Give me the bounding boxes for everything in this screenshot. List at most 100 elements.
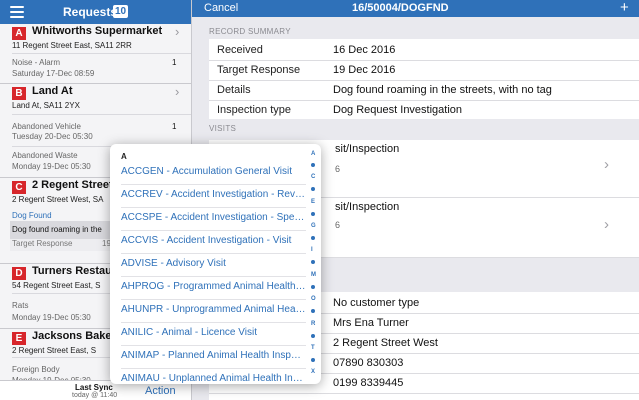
index-dot[interactable] [311,285,315,289]
picker-option[interactable]: ADVISE - Advisory Visit [121,254,306,277]
picker-option[interactable]: ACCVIS - Accident Investigation - Visit [121,231,306,254]
summary-value: Dog found roaming in the streets, with n… [333,84,552,96]
requests-header: Requests 10 [0,0,191,24]
visit-type-picker: A ACCGEN - Accumulation General Visit AC… [110,144,321,384]
request-item-a[interactable]: A Whitworths Supermarket › 11 Regent Str… [0,24,191,84]
picker-option-label: AHUNPR - Unprogrammed Animal Health Visi… [121,304,306,315]
picker-option[interactable]: ACCGEN - Accumulation General Visit [121,162,306,185]
request-type: Abandoned Vehicle [12,122,81,131]
request-name: 2 Regent Street [32,179,113,191]
visits-heading: VISITS [209,124,237,133]
customer-value: 0199 8339445 [333,377,404,389]
request-name: Land At [32,85,73,97]
visit-title: sit/Inspection [335,143,400,155]
picker-option-label: AHPROG - Programmed Animal Health Visit [121,281,306,292]
add-button[interactable]: + [620,0,629,16]
request-type: Rats [12,301,29,310]
index-letter[interactable]: T [311,345,315,351]
request-type: Dog Found [12,211,52,220]
index-letter[interactable]: E [311,199,315,205]
picker-option-label: ACCSPE - Accident Investigation - Specia… [121,212,306,223]
summary-row: Inspection type Dog Request Investigatio… [209,99,639,121]
cancel-button[interactable]: Cancel [204,2,238,14]
request-letter-badge: E [12,332,26,345]
index-dot[interactable] [311,236,315,240]
request-address: 2 Regent Street East, S [12,346,97,355]
index-letter[interactable]: M [311,272,316,278]
index-letter[interactable]: X [311,369,315,375]
index-dot[interactable] [311,358,315,362]
request-name: Jacksons Bakery [32,330,122,342]
index-letter[interactable]: O [311,296,316,302]
index-dot[interactable] [311,334,315,338]
request-count: 1 [172,122,177,131]
visit-subtitle: 6 [335,164,341,174]
picker-option[interactable]: ANIMAP - Planned Animal Health Inspectio… [121,346,306,369]
index-dot[interactable] [311,212,315,216]
request-address: 11 Regent Street East, SA11 2RR [12,41,132,50]
chevron-right-icon: › [175,24,180,39]
request-date: Monday 19-Dec 05:30 [12,162,91,171]
summary-value: 19 Dec 2016 [333,64,396,76]
customer-value: No customer type [333,297,420,309]
request-address: 54 Regent Street East, S [12,281,101,290]
target-label: Target Response [12,239,73,248]
index-letter[interactable]: A [311,151,315,157]
record-summary-heading: RECORD SUMMARY [209,27,291,36]
picker-option[interactable]: AHPROG - Programmed Animal Health Visit [121,277,306,300]
picker-option-label: ADVISE - Advisory Visit [121,258,226,269]
request-date: Monday 19-Dec 05:30 [12,313,91,322]
request-count: 1 [172,58,177,67]
index-letter[interactable]: I [311,247,313,253]
visit-subtitle: 6 [335,220,341,230]
request-date: Saturday 17-Dec 08:59 [12,69,95,78]
picker-option-label: ACCGEN - Accumulation General Visit [121,166,292,177]
request-name: Whitworths Supermarket [32,25,163,37]
summary-row: Details Dog found roaming in the streets… [209,79,639,101]
chevron-right-icon: › [175,84,180,99]
action-button[interactable]: Action [145,385,176,397]
requests-count-badge: 10 [113,5,129,18]
summary-label: Inspection type [217,104,291,116]
summary-label: Received [217,44,263,56]
request-address: 2 Regent Street West, SA [12,195,104,204]
customer-value: 07890 830303 [333,357,404,369]
index-letter[interactable]: G [311,223,316,229]
index-dot[interactable] [311,187,315,191]
picker-option[interactable]: ANIMAU - Unplanned Animal Health Inspect… [121,369,306,384]
picker-option[interactable]: ANILIC - Animal - Licence Visit [121,323,306,346]
summary-row: Target Response 19 Dec 2016 [209,59,639,81]
request-letter-badge: C [12,181,26,194]
picker-option[interactable]: AHUNPR - Unprogrammed Animal Health Visi… [121,300,306,323]
record-summary-card: Received 16 Dec 2016 Target Response 19 … [209,39,639,119]
requests-title: Requests [63,5,118,19]
request-letter-badge: D [12,267,26,280]
index-dot[interactable] [311,260,315,264]
summary-label: Target Response [217,64,301,76]
picker-option-label: ANIMAP - Planned Animal Health Inspectio… [121,350,306,361]
picker-option[interactable]: ACCSPE - Accident Investigation - Specia… [121,208,306,231]
picker-option-label: ACCREV - Accident Investigation - Review [121,189,306,200]
summary-label: Details [217,84,251,96]
chevron-right-icon: › [604,156,609,173]
request-type: Noise - Alarm [12,58,61,67]
request-address: Land At, SA11 2YX [12,101,80,110]
picker-option-label: ANIMAU - Unplanned Animal Health Inspect… [121,373,306,384]
picker-option-label: ANILIC - Animal - Licence Visit [121,327,257,338]
index-dot[interactable] [311,309,315,313]
summary-row: Received 16 Dec 2016 [209,39,639,61]
request-letter-badge: A [12,27,26,40]
sync-time: today @ 11:40 [72,392,118,399]
request-type: Abandoned Waste [12,151,78,160]
index-letter[interactable]: C [311,174,315,180]
chevron-right-icon: › [604,216,609,233]
summary-value: 16 Dec 2016 [333,44,396,56]
index-dot[interactable] [311,163,315,167]
menu-icon[interactable] [10,6,24,18]
picker-option[interactable]: ACCREV - Accident Investigation - Review [121,185,306,208]
request-date: Tuesday 20-Dec 05:30 [12,132,93,141]
customer-value: Mrs Ena Turner [333,317,409,329]
index-letter[interactable]: R [311,321,315,327]
customer-value: 2 Regent Street West [333,337,438,349]
picker-section-header: A [121,152,127,161]
